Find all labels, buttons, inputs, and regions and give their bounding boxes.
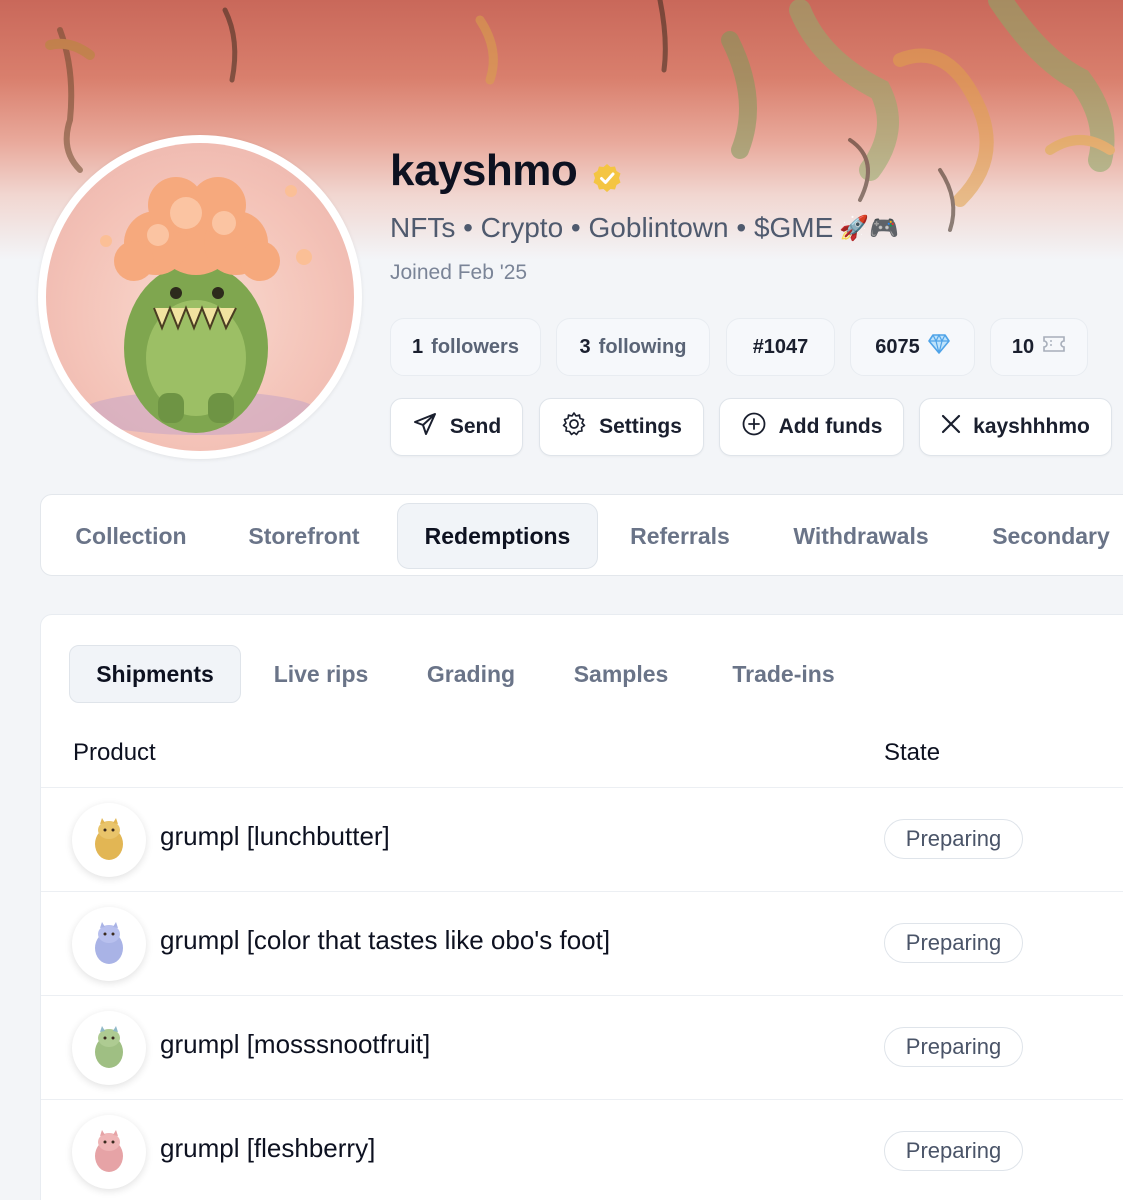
product-name: grumpl [color that tastes like obo's foo… bbox=[160, 925, 611, 955]
avatar-image bbox=[46, 143, 354, 451]
x-handle-label: kayshhhmo bbox=[973, 415, 1090, 438]
followers-stat[interactable]: 1 followers bbox=[390, 318, 541, 376]
column-header-state: State bbox=[884, 739, 941, 766]
product-thumbnail bbox=[72, 803, 146, 877]
profile-avatar[interactable] bbox=[38, 135, 362, 459]
following-stat[interactable]: 3 following bbox=[556, 318, 710, 376]
x-logo-icon bbox=[941, 414, 961, 440]
bio-text: NFTs • Crypto • Goblintown • $GME bbox=[390, 212, 834, 243]
settings-button[interactable]: Settings bbox=[539, 398, 704, 456]
verified-badge-icon bbox=[591, 155, 623, 192]
rank-value: #1047 bbox=[752, 335, 809, 358]
product-thumbnail bbox=[72, 1011, 146, 1085]
send-icon bbox=[412, 411, 438, 443]
subtab-live-rips[interactable]: Live rips bbox=[256, 645, 386, 703]
subtab-trade-ins[interactable]: Trade-ins bbox=[711, 645, 856, 703]
plus-circle-icon bbox=[741, 411, 767, 443]
profile-username: kayshmo bbox=[390, 146, 623, 196]
tab-referrals[interactable]: Referrals bbox=[615, 503, 745, 569]
tab-collection[interactable]: Collection bbox=[61, 503, 201, 569]
diamond-icon bbox=[927, 333, 950, 360]
ticket-icon bbox=[1042, 335, 1066, 359]
redemptions-panel: Shipments Live rips Grading Samples Trad… bbox=[40, 614, 1123, 1200]
following-label: following bbox=[598, 335, 687, 358]
tab-secondary[interactable]: Secondary bbox=[971, 503, 1123, 569]
bio-emoji: 🚀🎮 bbox=[839, 214, 900, 242]
status-badge: Preparing bbox=[884, 1131, 1023, 1171]
subtab-samples[interactable]: Samples bbox=[556, 645, 686, 703]
column-header-product: Product bbox=[73, 739, 156, 766]
tickets-stat[interactable]: 10 bbox=[990, 318, 1088, 376]
table-row[interactable]: grumpl [lunchbutter] Preparing bbox=[41, 787, 1123, 891]
rank-stat[interactable]: #1047 bbox=[726, 318, 835, 376]
add-funds-label: Add funds bbox=[778, 415, 883, 438]
subtab-grading[interactable]: Grading bbox=[409, 645, 533, 703]
product-thumbnail bbox=[72, 907, 146, 981]
table-row[interactable]: grumpl [color that tastes like obo's foo… bbox=[41, 891, 1123, 995]
send-label: Send bbox=[449, 415, 502, 438]
joined-date: Joined Feb '25 bbox=[390, 261, 528, 284]
gems-value: 6075 bbox=[875, 335, 920, 358]
table-row[interactable]: grumpl [mosssnootfruit] Preparing bbox=[41, 995, 1123, 1099]
send-button[interactable]: Send bbox=[390, 398, 523, 456]
followers-count: 1 bbox=[412, 335, 424, 358]
following-count: 3 bbox=[579, 335, 591, 358]
status-badge: Preparing bbox=[884, 819, 1023, 859]
product-name: grumpl [mosssnootfruit] bbox=[160, 1029, 431, 1059]
tab-redemptions[interactable]: Redemptions bbox=[397, 503, 598, 569]
product-name: grumpl [fleshberry] bbox=[160, 1133, 376, 1163]
product-name: grumpl [lunchbutter] bbox=[160, 821, 390, 851]
followers-label: followers bbox=[431, 335, 519, 358]
tab-withdrawals[interactable]: Withdrawals bbox=[771, 503, 951, 569]
gems-stat[interactable]: 6075 bbox=[850, 318, 975, 376]
profile-bio: NFTs • Crypto • Goblintown • $GME 🚀🎮 bbox=[390, 212, 899, 244]
product-thumbnail bbox=[72, 1115, 146, 1189]
status-badge: Preparing bbox=[884, 1027, 1023, 1067]
add-funds-button[interactable]: Add funds bbox=[719, 398, 904, 456]
x-profile-button[interactable]: kayshhhmo bbox=[919, 398, 1112, 456]
gear-icon bbox=[561, 411, 587, 443]
username-text: kayshmo bbox=[390, 146, 578, 195]
tab-storefront[interactable]: Storefront bbox=[229, 503, 379, 569]
status-badge: Preparing bbox=[884, 923, 1023, 963]
main-tab-bar: Collection Storefront Redemptions Referr… bbox=[40, 494, 1123, 576]
subtab-shipments[interactable]: Shipments bbox=[69, 645, 241, 703]
table-row[interactable]: grumpl [fleshberry] Preparing bbox=[41, 1099, 1123, 1200]
settings-label: Settings bbox=[599, 415, 682, 438]
tickets-value: 10 bbox=[1011, 335, 1035, 358]
